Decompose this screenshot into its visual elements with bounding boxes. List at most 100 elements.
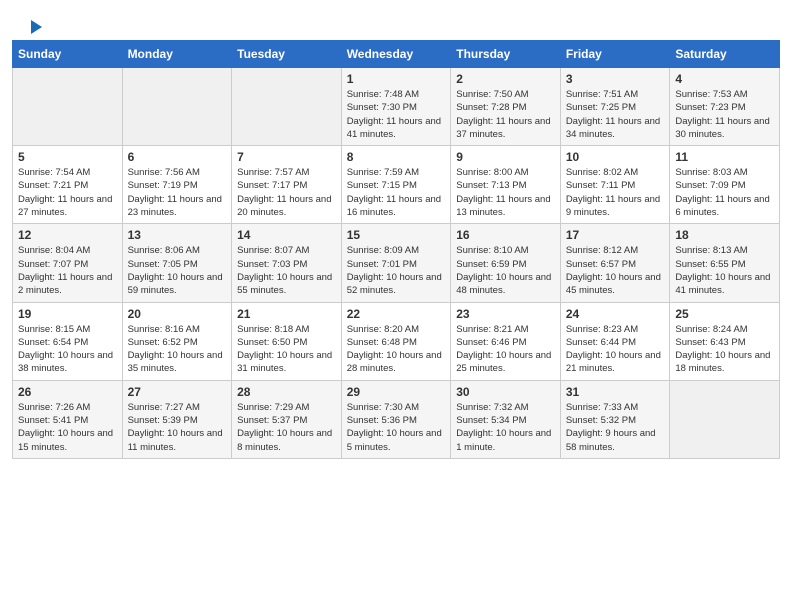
day-info: Sunrise: 8:03 AM Sunset: 7:09 PM Dayligh… bbox=[675, 166, 774, 219]
day-number: 10 bbox=[566, 150, 665, 164]
day-number: 1 bbox=[347, 72, 446, 86]
day-number: 25 bbox=[675, 307, 774, 321]
day-number: 12 bbox=[18, 228, 117, 242]
day-info: Sunrise: 8:07 AM Sunset: 7:03 PM Dayligh… bbox=[237, 244, 336, 297]
day-info: Sunrise: 8:06 AM Sunset: 7:05 PM Dayligh… bbox=[128, 244, 227, 297]
day-number: 31 bbox=[566, 385, 665, 399]
calendar-cell: 5 Sunrise: 7:54 AM Sunset: 7:21 PM Daylig… bbox=[13, 146, 123, 224]
calendar-cell bbox=[232, 68, 342, 146]
day-info: Sunrise: 7:33 AM Sunset: 5:32 PM Dayligh… bbox=[566, 401, 665, 454]
day-info: Sunrise: 8:15 AM Sunset: 6:54 PM Dayligh… bbox=[18, 323, 117, 376]
day-number: 24 bbox=[566, 307, 665, 321]
day-info: Sunrise: 8:16 AM Sunset: 6:52 PM Dayligh… bbox=[128, 323, 227, 376]
day-header-saturday: Saturday bbox=[670, 41, 780, 68]
calendar-cell: 28Sunrise: 7:29 AM Sunset: 5:37 PM Dayli… bbox=[232, 380, 342, 458]
day-number: 27 bbox=[128, 385, 227, 399]
day-number: 7 bbox=[237, 150, 336, 164]
calendar-cell: 12 Sunrise: 8:04 AM Sunset: 7:07 PM Dayli… bbox=[13, 224, 123, 302]
day-info: Sunrise: 7:59 AM Sunset: 7:15 PM Dayligh… bbox=[347, 166, 446, 219]
day-info: Sunrise: 7:57 AM Sunset: 7:17 PM Dayligh… bbox=[237, 166, 336, 219]
day-header-tuesday: Tuesday bbox=[232, 41, 342, 68]
day-header-thursday: Thursday bbox=[451, 41, 561, 68]
day-number: 20 bbox=[128, 307, 227, 321]
calendar-cell: 19Sunrise: 8:15 AM Sunset: 6:54 PM Dayli… bbox=[13, 302, 123, 380]
calendar-cell: 9 Sunrise: 8:00 AM Sunset: 7:13 PM Daylig… bbox=[451, 146, 561, 224]
day-number: 6 bbox=[128, 150, 227, 164]
day-info: Sunrise: 7:26 AM Sunset: 5:41 PM Dayligh… bbox=[18, 401, 117, 454]
calendar-cell bbox=[670, 380, 780, 458]
day-info: Sunrise: 7:50 AM Sunset: 7:28 PM Dayligh… bbox=[456, 88, 555, 141]
day-number: 8 bbox=[347, 150, 446, 164]
calendar-cell: 8 Sunrise: 7:59 AM Sunset: 7:15 PM Daylig… bbox=[341, 146, 451, 224]
day-header-friday: Friday bbox=[560, 41, 670, 68]
day-info: Sunrise: 8:18 AM Sunset: 6:50 PM Dayligh… bbox=[237, 323, 336, 376]
day-info: Sunrise: 8:12 AM Sunset: 6:57 PM Dayligh… bbox=[566, 244, 665, 297]
day-number: 13 bbox=[128, 228, 227, 242]
day-info: Sunrise: 7:48 AM Sunset: 7:30 PM Dayligh… bbox=[347, 88, 446, 141]
day-number: 22 bbox=[347, 307, 446, 321]
day-number: 15 bbox=[347, 228, 446, 242]
day-number: 21 bbox=[237, 307, 336, 321]
calendar-cell: 21 Sunrise: 8:18 AM Sunset: 6:50 PM Dayli… bbox=[232, 302, 342, 380]
calendar-cell: 25 Sunrise: 8:24 AM Sunset: 6:43 PM Dayli… bbox=[670, 302, 780, 380]
day-info: Sunrise: 7:32 AM Sunset: 5:34 PM Dayligh… bbox=[456, 401, 555, 454]
day-number: 5 bbox=[18, 150, 117, 164]
calendar-cell: 7 Sunrise: 7:57 AM Sunset: 7:17 PM Daylig… bbox=[232, 146, 342, 224]
calendar-cell: 23 Sunrise: 8:21 AM Sunset: 6:46 PM Dayli… bbox=[451, 302, 561, 380]
day-number: 18 bbox=[675, 228, 774, 242]
calendar-cell: 24 Sunrise: 8:23 AM Sunset: 6:44 PM Dayli… bbox=[560, 302, 670, 380]
day-number: 29 bbox=[347, 385, 446, 399]
day-info: Sunrise: 7:51 AM Sunset: 7:25 PM Dayligh… bbox=[566, 88, 665, 141]
day-info: Sunrise: 8:04 AM Sunset: 7:07 PM Dayligh… bbox=[18, 244, 117, 297]
calendar-cell: 17Sunrise: 8:12 AM Sunset: 6:57 PM Dayli… bbox=[560, 224, 670, 302]
calendar-cell: 26Sunrise: 7:26 AM Sunset: 5:41 PM Dayli… bbox=[13, 380, 123, 458]
day-info: Sunrise: 8:02 AM Sunset: 7:11 PM Dayligh… bbox=[566, 166, 665, 219]
day-header-row: SundayMondayTuesdayWednesdayThursdayFrid… bbox=[13, 41, 780, 68]
day-number: 9 bbox=[456, 150, 555, 164]
day-info: Sunrise: 8:09 AM Sunset: 7:01 PM Dayligh… bbox=[347, 244, 446, 297]
calendar-cell: 3 Sunrise: 7:51 AM Sunset: 7:25 PM Daylig… bbox=[560, 68, 670, 146]
day-info: Sunrise: 7:27 AM Sunset: 5:39 PM Dayligh… bbox=[128, 401, 227, 454]
calendar-cell: 29 Sunrise: 7:30 AM Sunset: 5:36 PM Dayli… bbox=[341, 380, 451, 458]
calendar-cell: 13 Sunrise: 8:06 AM Sunset: 7:05 PM Dayli… bbox=[122, 224, 232, 302]
calendar-cell bbox=[13, 68, 123, 146]
calendar-cell: 2Sunrise: 7:50 AM Sunset: 7:28 PM Daylig… bbox=[451, 68, 561, 146]
calendar-cell: 18 Sunrise: 8:13 AM Sunset: 6:55 PM Dayli… bbox=[670, 224, 780, 302]
day-info: Sunrise: 8:13 AM Sunset: 6:55 PM Dayligh… bbox=[675, 244, 774, 297]
day-header-monday: Monday bbox=[122, 41, 232, 68]
calendar-cell: 10 Sunrise: 8:02 AM Sunset: 7:11 PM Dayli… bbox=[560, 146, 670, 224]
day-number: 30 bbox=[456, 385, 555, 399]
day-number: 4 bbox=[675, 72, 774, 86]
week-row-4: 26Sunrise: 7:26 AM Sunset: 5:41 PM Dayli… bbox=[13, 380, 780, 458]
day-info: Sunrise: 8:21 AM Sunset: 6:46 PM Dayligh… bbox=[456, 323, 555, 376]
week-row-0: 1 Sunrise: 7:48 AM Sunset: 7:30 PM Daylig… bbox=[13, 68, 780, 146]
logo bbox=[24, 18, 44, 32]
day-number: 11 bbox=[675, 150, 774, 164]
calendar-cell: 20 Sunrise: 8:16 AM Sunset: 6:52 PM Dayli… bbox=[122, 302, 232, 380]
day-number: 3 bbox=[566, 72, 665, 86]
day-info: Sunrise: 8:23 AM Sunset: 6:44 PM Dayligh… bbox=[566, 323, 665, 376]
calendar-cell: 14 Sunrise: 8:07 AM Sunset: 7:03 PM Dayli… bbox=[232, 224, 342, 302]
day-number: 14 bbox=[237, 228, 336, 242]
day-info: Sunrise: 8:24 AM Sunset: 6:43 PM Dayligh… bbox=[675, 323, 774, 376]
day-header-wednesday: Wednesday bbox=[341, 41, 451, 68]
calendar-cell: 1 Sunrise: 7:48 AM Sunset: 7:30 PM Daylig… bbox=[341, 68, 451, 146]
logo-icon bbox=[26, 18, 44, 36]
calendar-cell: 6Sunrise: 7:56 AM Sunset: 7:19 PM Daylig… bbox=[122, 146, 232, 224]
week-row-2: 12 Sunrise: 8:04 AM Sunset: 7:07 PM Dayli… bbox=[13, 224, 780, 302]
calendar-cell: 31 Sunrise: 7:33 AM Sunset: 5:32 PM Dayli… bbox=[560, 380, 670, 458]
day-info: Sunrise: 7:54 AM Sunset: 7:21 PM Dayligh… bbox=[18, 166, 117, 219]
calendar-cell: 16Sunrise: 8:10 AM Sunset: 6:59 PM Dayli… bbox=[451, 224, 561, 302]
day-info: Sunrise: 8:00 AM Sunset: 7:13 PM Dayligh… bbox=[456, 166, 555, 219]
calendar-cell: 27 Sunrise: 7:27 AM Sunset: 5:39 PM Dayli… bbox=[122, 380, 232, 458]
day-info: Sunrise: 7:30 AM Sunset: 5:36 PM Dayligh… bbox=[347, 401, 446, 454]
day-number: 23 bbox=[456, 307, 555, 321]
day-info: Sunrise: 7:29 AM Sunset: 5:37 PM Dayligh… bbox=[237, 401, 336, 454]
calendar-cell: 11 Sunrise: 8:03 AM Sunset: 7:09 PM Dayli… bbox=[670, 146, 780, 224]
calendar-wrapper: SundayMondayTuesdayWednesdayThursdayFrid… bbox=[0, 40, 792, 471]
day-number: 16 bbox=[456, 228, 555, 242]
calendar-cell bbox=[122, 68, 232, 146]
day-info: Sunrise: 7:53 AM Sunset: 7:23 PM Dayligh… bbox=[675, 88, 774, 141]
calendar-table: SundayMondayTuesdayWednesdayThursdayFrid… bbox=[12, 40, 780, 459]
calendar-cell: 15 Sunrise: 8:09 AM Sunset: 7:01 PM Dayli… bbox=[341, 224, 451, 302]
